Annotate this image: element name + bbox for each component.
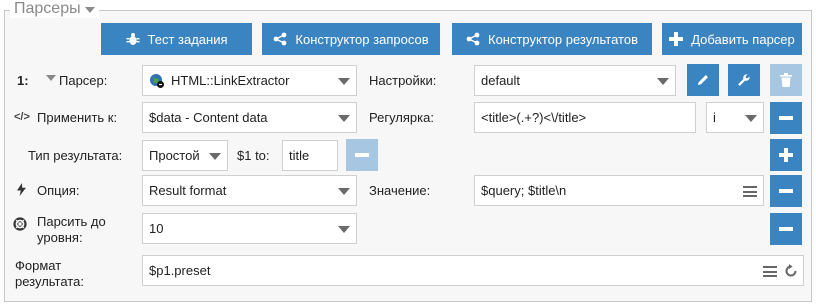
- settings-label: Настройки:: [369, 73, 437, 88]
- result-to-input-value: title: [289, 148, 310, 163]
- result-format-input[interactable]: $p1.preset: [142, 255, 804, 286]
- test-task-label: Тест задания: [147, 31, 228, 47]
- remove-regex-button[interactable]: [770, 102, 802, 134]
- result-builder-label: Конструктор результатов: [488, 31, 638, 47]
- regex-flags-select[interactable]: i: [706, 102, 764, 133]
- pencil-icon: [698, 75, 708, 85]
- result-type-select-value: Простой: [149, 148, 200, 163]
- parse-depth-select-value: 10: [149, 221, 164, 236]
- minus-icon: [779, 116, 793, 120]
- add-parser-button[interactable]: Добавить парсер: [662, 23, 802, 55]
- option-label: Опция:: [37, 183, 80, 198]
- reset-icon[interactable]: [784, 264, 798, 278]
- bug-icon: [126, 33, 139, 45]
- result-to-label: $1 to:: [237, 148, 270, 163]
- result-to-input[interactable]: title: [282, 140, 338, 171]
- parser-select-value: HTML::LinkExtractor: [171, 73, 290, 88]
- result-type-select[interactable]: Простой: [142, 140, 228, 171]
- chevron-down-icon: [338, 115, 350, 122]
- apply-to-select[interactable]: $data - Content data: [142, 102, 357, 133]
- globe-icon: [150, 73, 164, 88]
- result-type-label: Тип результата:: [28, 148, 123, 163]
- option-value-input-value: $query; $title\n: [481, 183, 567, 198]
- wrench-icon: [738, 74, 750, 86]
- trash-icon: [780, 73, 792, 87]
- value-label: Значение:: [369, 183, 431, 198]
- parser-collapse-caret-icon[interactable]: [46, 75, 56, 81]
- menu-icon[interactable]: [743, 186, 757, 197]
- query-builder-label: Конструктор запросов: [295, 31, 429, 47]
- apply-to-select-value: $data - Content data: [149, 110, 268, 125]
- chevron-down-icon: [338, 226, 350, 233]
- regex-label: Регулярка:: [369, 110, 434, 125]
- share-nodes-icon: [466, 32, 480, 46]
- delete-preset-button[interactable]: [770, 64, 802, 96]
- settings-wrench-button[interactable]: [728, 64, 760, 96]
- chevron-down-icon: [209, 153, 221, 160]
- settings-select-value: default: [481, 73, 521, 88]
- remove-option-button[interactable]: [770, 175, 802, 207]
- result-builder-button[interactable]: Конструктор результатов: [452, 23, 652, 55]
- plus-icon: [669, 32, 684, 46]
- menu-icon[interactable]: [763, 266, 777, 277]
- share-nodes-icon: [273, 32, 287, 46]
- lifebuoy-icon: [13, 217, 27, 231]
- regex-input-value: <title>(.+?)<\/title>: [481, 110, 587, 125]
- option-select-value: Result format: [149, 183, 227, 198]
- remove-result-field-button[interactable]: [346, 139, 378, 171]
- option-value-input[interactable]: $query; $title\n: [474, 175, 764, 206]
- bolt-icon: [17, 183, 26, 196]
- settings-select[interactable]: default: [474, 65, 676, 96]
- parse-depth-select[interactable]: 10: [142, 213, 357, 244]
- add-parser-label: Добавить парсер: [691, 31, 795, 47]
- regex-flags-value: i: [713, 110, 716, 125]
- chevron-down-icon: [338, 78, 350, 85]
- result-format-label: Формат результата:: [15, 258, 84, 289]
- minus-icon: [779, 227, 793, 231]
- chevron-down-icon: [338, 188, 350, 195]
- regex-input[interactable]: <title>(.+?)<\/title>: [474, 102, 696, 133]
- minus-icon: [355, 153, 369, 157]
- parse-depth-label: Парсить до уровня:: [37, 214, 106, 245]
- parser-label: Парсер:: [59, 73, 108, 88]
- edit-preset-button[interactable]: [687, 64, 719, 96]
- option-select[interactable]: Result format: [142, 175, 357, 206]
- collapse-caret-icon[interactable]: [84, 7, 95, 13]
- chevron-down-icon: [745, 115, 757, 122]
- legend-title: Парсеры: [14, 0, 81, 17]
- query-builder-button[interactable]: Конструктор запросов: [262, 23, 440, 55]
- code-icon: </>: [14, 111, 30, 123]
- parser-index: 1:: [17, 73, 29, 88]
- test-task-button[interactable]: Тест задания: [101, 23, 252, 55]
- parser-select[interactable]: HTML::LinkExtractor: [142, 65, 357, 96]
- parsers-legend[interactable]: Парсеры: [10, 0, 99, 18]
- chevron-down-icon: [657, 78, 669, 85]
- result-format-input-value: $p1.preset: [149, 263, 211, 278]
- remove-depth-button[interactable]: [770, 213, 802, 245]
- minus-icon: [779, 189, 793, 193]
- apply-to-label: Применить к:: [37, 110, 118, 125]
- plus-icon: [779, 148, 793, 162]
- add-regex-button[interactable]: [770, 139, 802, 171]
